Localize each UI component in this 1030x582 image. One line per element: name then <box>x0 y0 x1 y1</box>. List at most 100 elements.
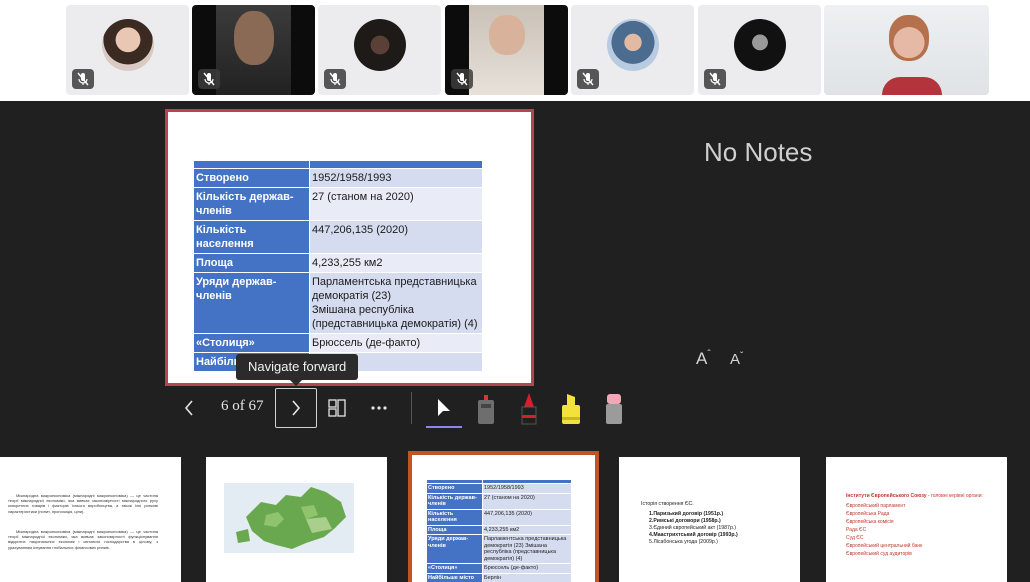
toolbar-divider <box>411 392 412 424</box>
slide-thumbnail-5[interactable] <box>206 457 387 582</box>
thumb-list-item: 1.Паризький договір (1951р.) <box>649 511 724 517</box>
thumb-list-item: 5.Лісабонська угода (2009р.) <box>649 539 718 545</box>
thumb-row-value: 27 (станом на 2020) <box>482 492 572 510</box>
mic-muted-icon <box>577 69 599 89</box>
thumb-row-key: Створено <box>426 483 483 494</box>
slide-row-key: Кількість держав-членів <box>193 187 310 221</box>
increase-font-button[interactable]: Aˆ <box>696 349 711 369</box>
slide-row-value: 447,206,135 (2020) <box>309 220 483 254</box>
thumb-title-rest: - головні керівні органи: <box>926 493 983 499</box>
participant-tile-4[interactable] <box>445 5 568 95</box>
participant-face <box>488 14 525 55</box>
slide-thumbnail-4[interactable]: Міжнародна макроекономіка (міжнародні ма… <box>0 457 181 582</box>
thumb-title: Історія створення ЄС. <box>641 501 694 507</box>
participant-avatar <box>353 18 406 71</box>
pen-icon <box>521 393 537 425</box>
participant-tile-6[interactable] <box>698 5 821 95</box>
slide-thumbnail-8[interactable]: Інститути Європейського Союзу - головні … <box>826 457 1007 582</box>
decrease-font-label: A <box>730 351 741 368</box>
current-slide: Створено 1952/1958/1993 Кількість держав-… <box>165 109 534 386</box>
slide-thumbnail-6[interactable]: Створено 1952/1958/1993 Кількість держав-… <box>408 451 599 582</box>
caret-up-icon: ˆ <box>707 349 711 360</box>
thumb-table: Створено 1952/1958/1993 Кількість держав-… <box>426 479 572 582</box>
more-icon <box>371 406 387 410</box>
thumb-row-key: Кількість населення <box>426 508 483 526</box>
thumb-list-item: Суд ЄС <box>846 535 864 541</box>
slide-row: Створено 1952/1958/1993 <box>193 168 483 188</box>
eu-map-image <box>224 483 354 553</box>
slide-row-key: Площа <box>193 253 310 273</box>
mic-muted-icon <box>704 69 726 89</box>
slide-row-key: Створено <box>193 168 310 188</box>
laser-pointer-button[interactable] <box>476 391 496 425</box>
participant-tile-3[interactable] <box>318 5 441 95</box>
thumb-row-value: Парламентська представницька демократія … <box>482 534 572 564</box>
slide-thumbnails: Міжнародна макроекономіка (міжнародні ма… <box>0 451 1030 582</box>
caret-down-icon: ˇ <box>740 351 744 362</box>
pen-tool-button[interactable] <box>518 391 540 425</box>
mic-muted-icon <box>451 69 473 89</box>
thumb-row-value: 4,233,255 км2 <box>482 524 572 535</box>
chevron-left-icon <box>184 400 193 416</box>
slide-row-key: Кількість населення <box>193 220 310 254</box>
slide-row: «Столиця» Брюссель (де-факто) <box>193 333 483 353</box>
slide-row-value: 27 (станом на 2020) <box>309 187 483 221</box>
slide-row-value: 4,233,255 км2 <box>309 253 483 273</box>
mic-muted-icon <box>72 69 94 89</box>
slide-row-value: Брюссель (де-факто) <box>309 333 483 353</box>
participant-avatar <box>606 18 659 71</box>
eraser-icon <box>606 394 622 424</box>
thumb-row-value: 1952/1958/1993 <box>482 483 572 494</box>
highlighter-icon <box>562 394 580 424</box>
thumb-row-value: 447,206,135 (2020) <box>482 508 572 526</box>
thumb-paragraph: Міжнародна макроекономіка (міжнародні ма… <box>8 529 158 550</box>
thumb-list-item: 3.Єдиний європейський акт (1987р.) <box>649 525 736 531</box>
thumb-row-value: Берлін <box>482 572 572 582</box>
navigate-forward-tooltip: Navigate forward <box>236 354 359 386</box>
next-slide-button[interactable] <box>275 388 317 428</box>
slide-row: Кількість держав-членів 27 (станом на 202… <box>193 187 483 221</box>
thumb-row-key: Найбільше місто <box>426 572 483 582</box>
thumb-list-item: Європейський центральний банк <box>846 543 923 549</box>
pointer-tool-button[interactable] <box>432 395 456 421</box>
previous-slide-button[interactable] <box>178 394 200 422</box>
participant-tile-1[interactable] <box>66 5 189 95</box>
slide-row-key: «Столиця» <box>193 333 310 353</box>
laser-pointer-icon <box>478 395 494 424</box>
thumb-list-item: Рада ЄС <box>846 527 867 533</box>
highlighter-tool-button[interactable] <box>559 391 583 425</box>
participant-tile-2[interactable] <box>192 5 315 95</box>
slide-row-value: Парламентська представницька демократія … <box>309 272 483 334</box>
participant-strip <box>0 0 1030 101</box>
see-all-slides-button[interactable] <box>326 397 348 419</box>
participant-face <box>888 14 929 61</box>
thumb-list-item: Європейський суд аудиторів <box>846 551 912 557</box>
thumb-list-item: Європейська Рада <box>846 511 890 517</box>
participant-tile-7[interactable] <box>824 5 989 95</box>
participant-shirt <box>882 77 942 95</box>
thumb-title: Інститути Європейського Союзу - головні … <box>846 493 983 501</box>
participant-avatar <box>733 18 786 71</box>
mic-muted-icon <box>324 69 346 89</box>
decrease-font-button[interactable]: Aˇ <box>730 351 743 368</box>
slide-row: Кількість населення 447,206,135 (2020) <box>193 220 483 254</box>
selected-tool-indicator <box>426 426 462 428</box>
slide-table: Створено 1952/1958/1993 Кількість держав-… <box>193 160 483 372</box>
slide-row: Площа 4,233,255 км2 <box>193 253 483 273</box>
slide-row-key: Уряди держав-членів <box>193 272 310 334</box>
eraser-tool-button[interactable] <box>603 391 625 425</box>
mic-muted-icon <box>198 69 220 89</box>
participant-avatar <box>101 18 154 71</box>
participant-face <box>233 10 274 65</box>
participant-tile-5[interactable] <box>571 5 694 95</box>
slide-counter: 6 of 67 <box>221 398 264 414</box>
thumb-row-value: Брюссель (де-факто) <box>482 563 572 574</box>
more-options-button[interactable] <box>368 397 390 419</box>
slides-grid-icon <box>328 399 346 417</box>
thumb-row-key: Кількість держав-членів <box>426 492 483 510</box>
thumb-list-item: Європейський парламент <box>846 503 906 509</box>
pointer-arrow-icon <box>438 399 450 416</box>
slide-thumbnail-7[interactable]: Історія створення ЄС. 1.Паризький догові… <box>619 457 800 582</box>
increase-font-label: A <box>696 349 708 368</box>
slide-row-value: 1952/1958/1993 <box>309 168 483 188</box>
